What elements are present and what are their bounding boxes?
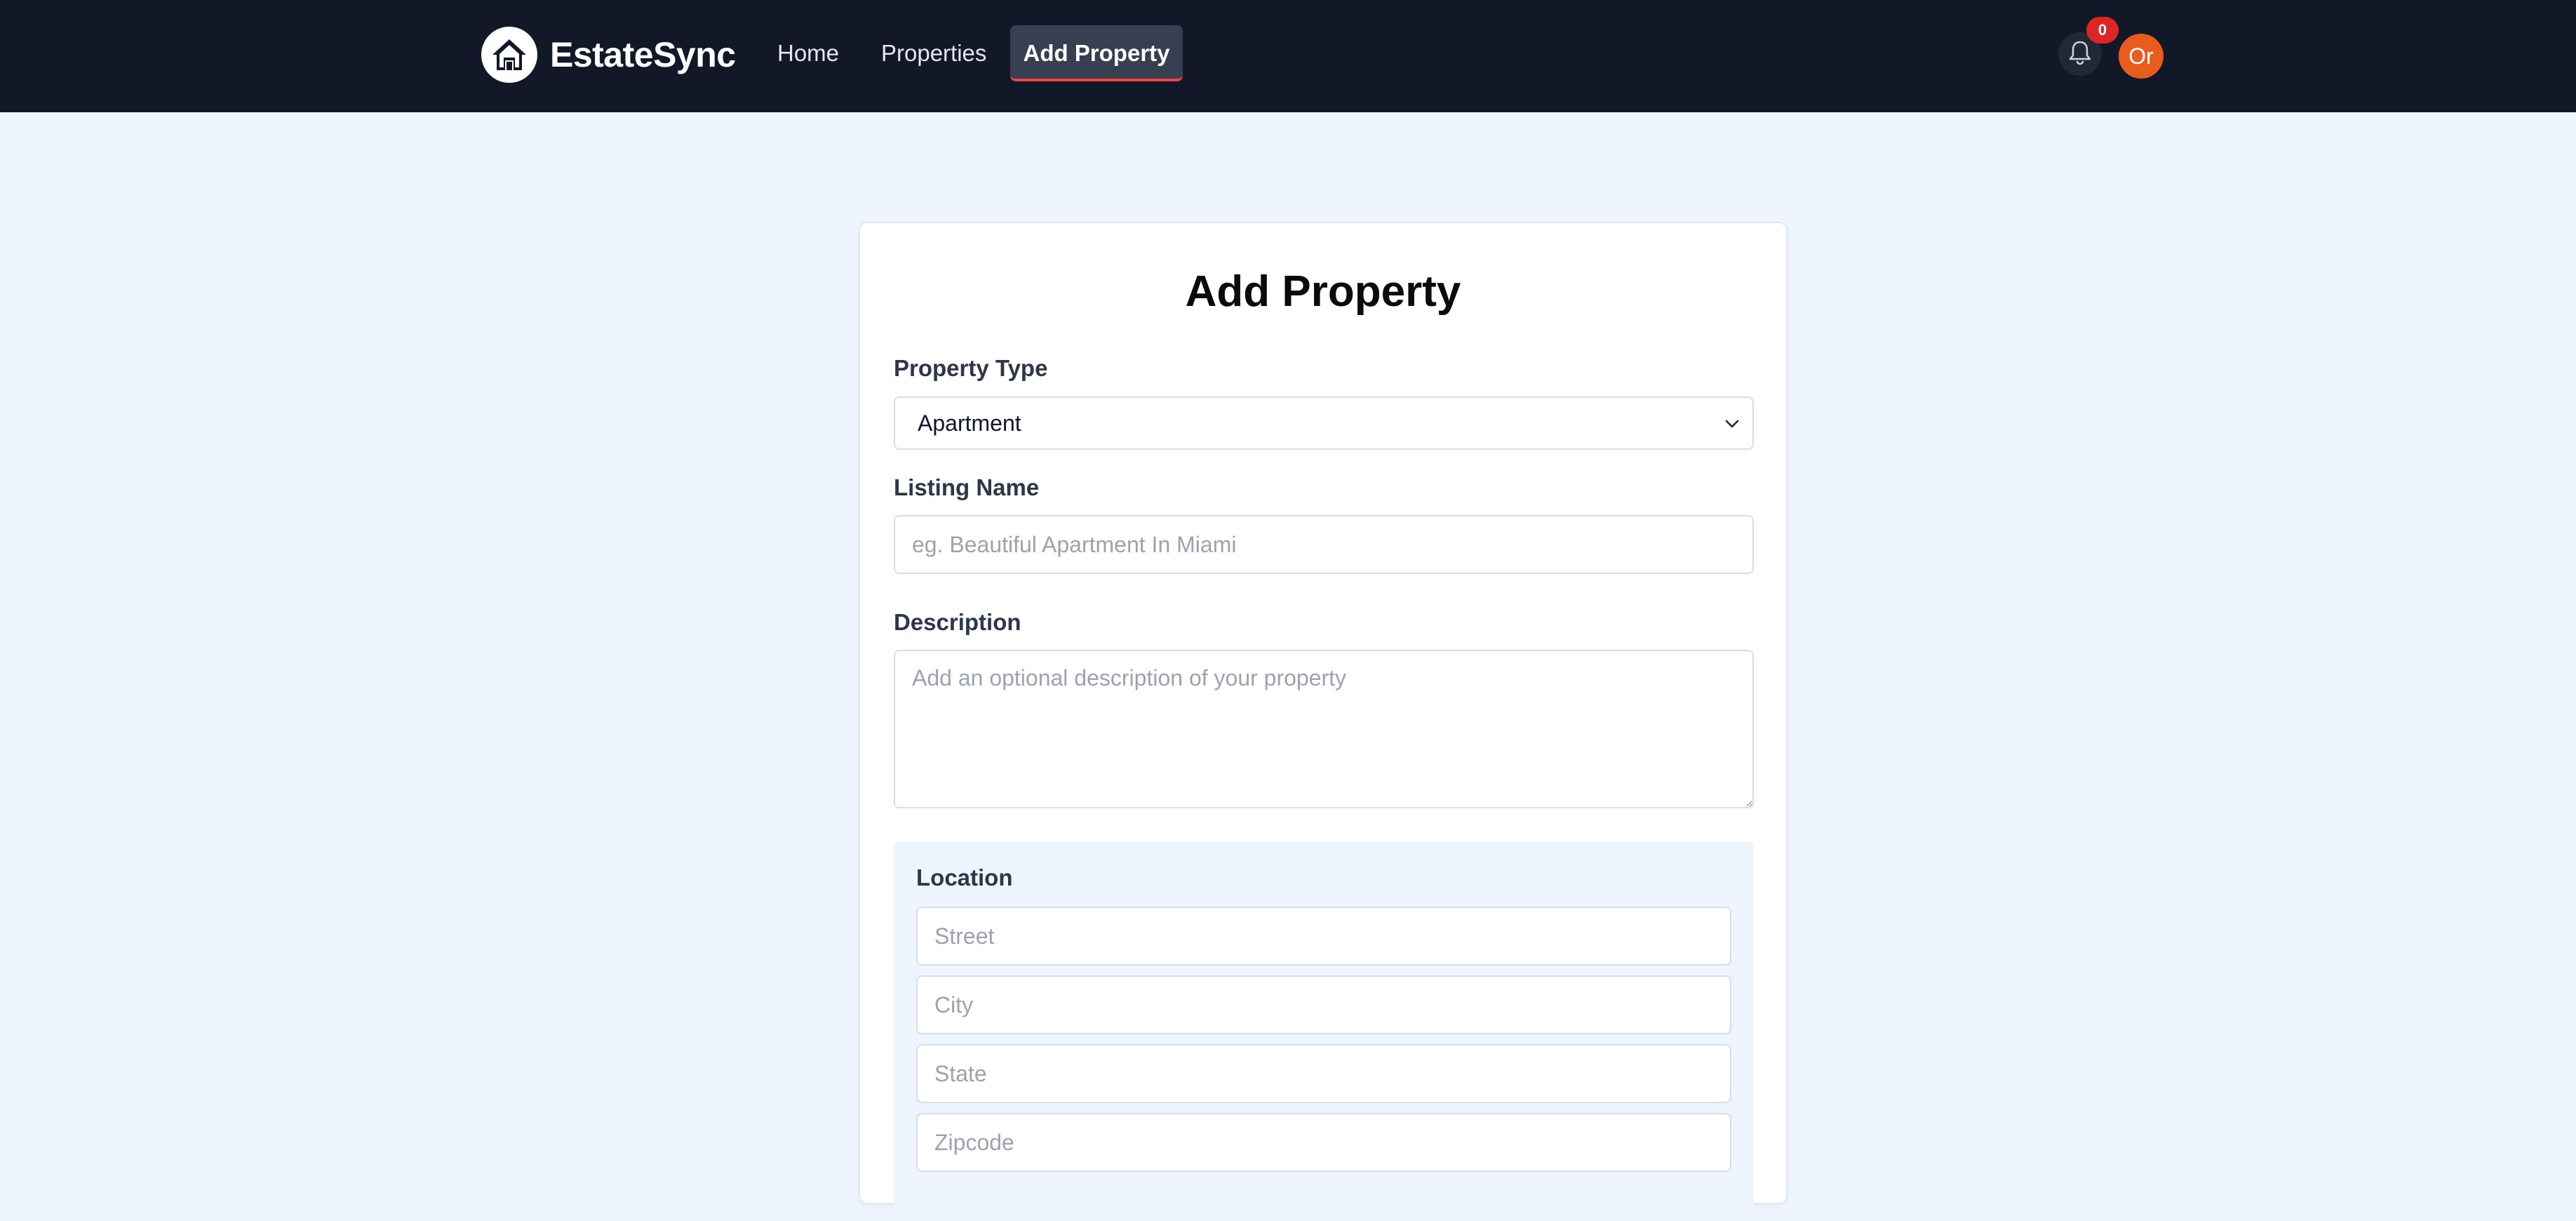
listing-name-input[interactable] (894, 515, 1754, 574)
chevron-down-icon (1723, 415, 1741, 436)
brand-name: EstateSync (550, 35, 736, 74)
bell-icon (2068, 40, 2092, 69)
notification-count-badge: 0 (2086, 17, 2119, 44)
location-section: Location (894, 842, 1754, 1221)
listing-name-label: Listing Name (894, 474, 1040, 500)
navbar: EstateSync Home Properties Add Property … (0, 0, 2576, 112)
description-textarea[interactable] (894, 650, 1754, 808)
property-type-select[interactable]: Apartment (894, 396, 1754, 450)
state-input[interactable] (916, 1044, 1731, 1103)
user-avatar[interactable]: Or (2119, 34, 2164, 79)
description-label: Description (894, 609, 1021, 635)
location-label: Location (916, 865, 1013, 890)
add-property-card: Add Property Property Type Apartment Lis… (859, 222, 1787, 1221)
nav-link-home[interactable]: Home (762, 25, 854, 81)
nav-link-properties[interactable]: Properties (866, 25, 1002, 81)
zipcode-input[interactable] (916, 1113, 1731, 1172)
page-title: Add Property (1185, 267, 1461, 316)
nav-link-add-property[interactable]: Add Property (1010, 25, 1183, 81)
property-type-selected-value: Apartment (918, 410, 1021, 436)
brand-link[interactable]: EstateSync (481, 27, 736, 83)
street-input[interactable] (916, 907, 1731, 966)
city-input[interactable] (916, 975, 1731, 1034)
house-icon (481, 27, 537, 83)
property-type-label: Property Type (894, 355, 1048, 381)
